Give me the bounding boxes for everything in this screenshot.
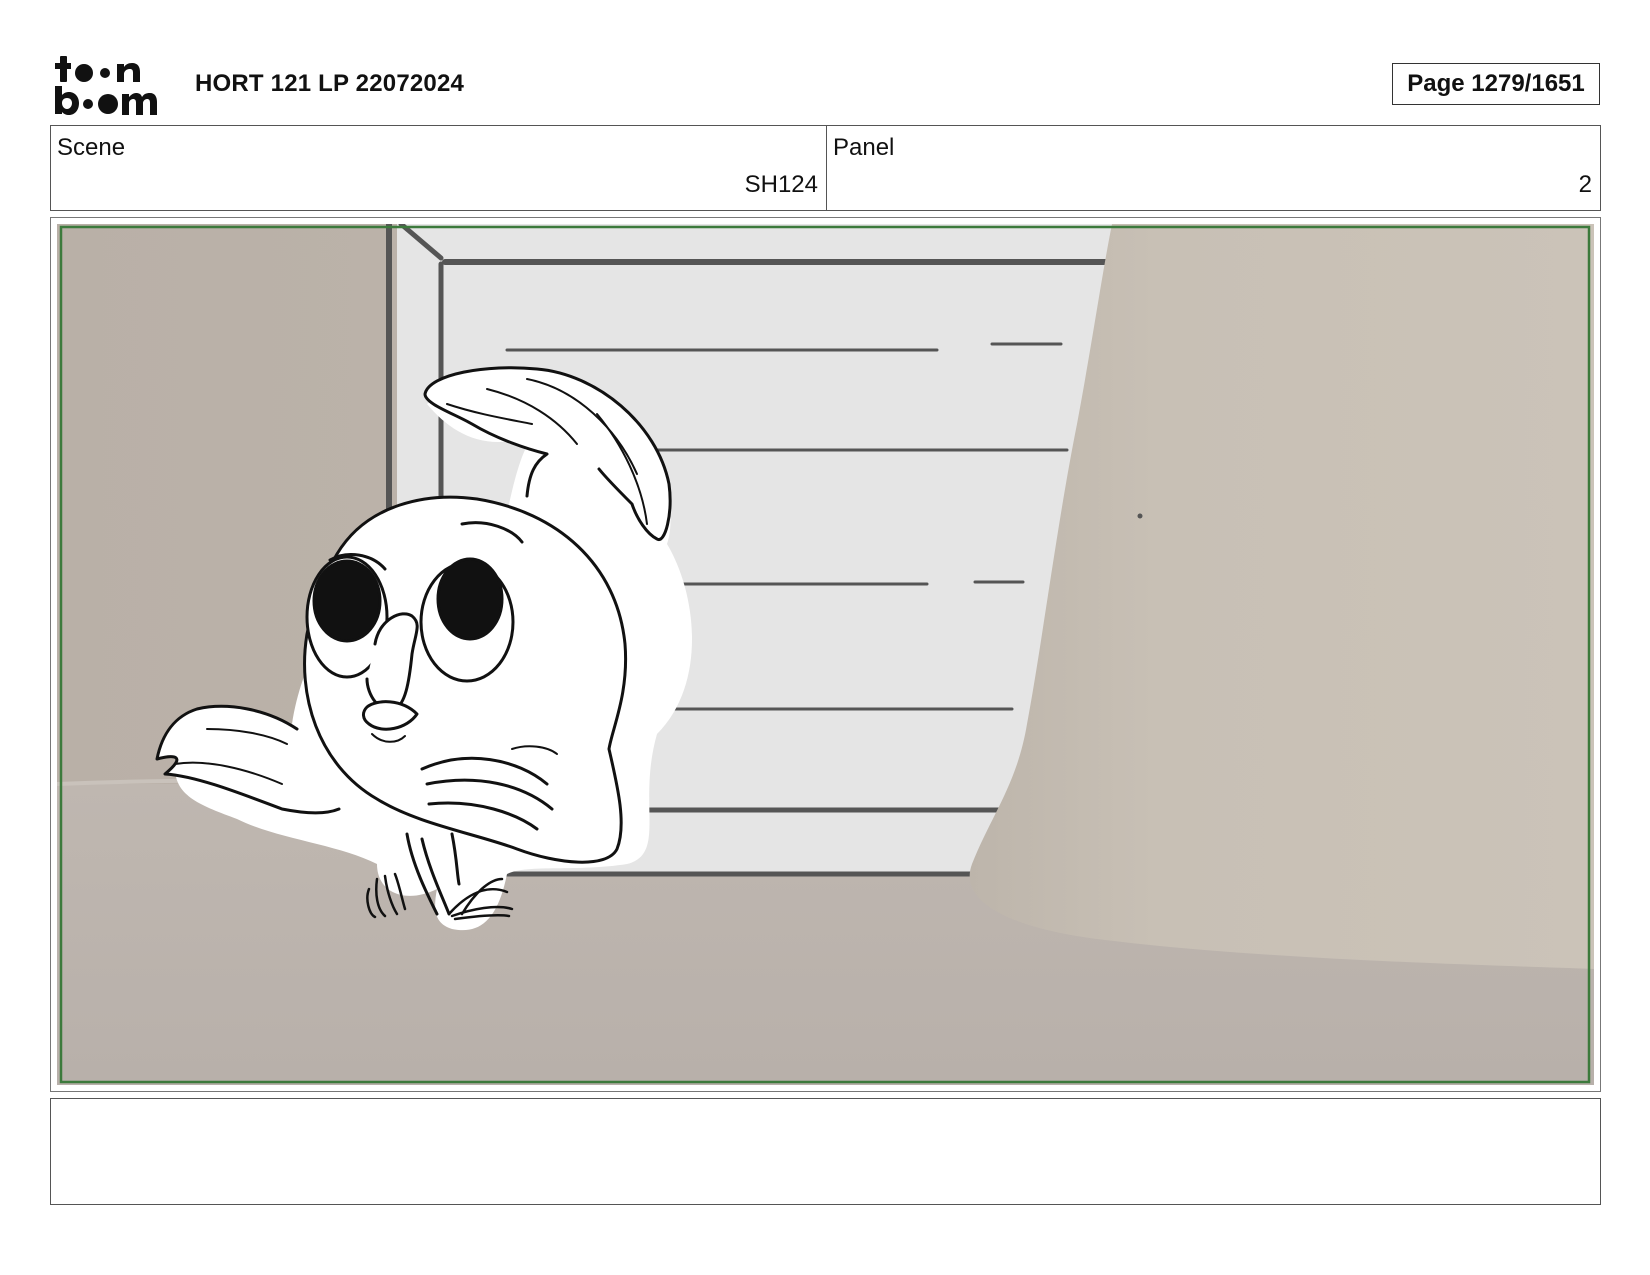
action-notes-box [50,1098,1601,1205]
panel-label: Panel [833,134,895,161]
panel-frame [50,217,1601,1092]
panel-value: 2 [1578,171,1592,198]
info-row: Scene SH124 Panel 2 [50,125,1601,211]
scene-label: Scene [57,134,126,161]
panel-cell: Panel 2 [827,126,1600,210]
toon-boom-logo [55,56,157,115]
scene-value: SH124 [744,171,818,198]
page-indicator: Page 1279/1651 [1392,63,1600,105]
storyboard-drawing [57,224,1594,1085]
scene-cell: Scene SH124 [51,126,827,210]
document-title: HORT 121 LP 22072024 [195,70,465,97]
